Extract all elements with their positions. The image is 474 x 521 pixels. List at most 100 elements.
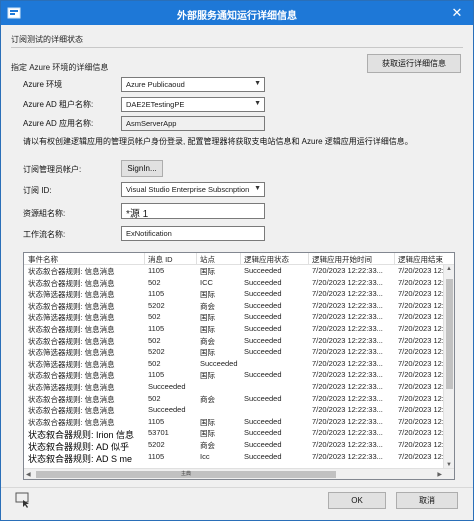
table-row[interactable]: 状态叙合器规则: 信息消息 502 商会 Succeeded 7/20/2023 12:… [24,336,448,346]
column-header-site[interactable]: 站点 [200,254,215,265]
cell-end: 7/20/2023 12:22: [398,416,448,426]
cell-start: 7/20/2023 12:22:33... [312,266,383,275]
column-header-start-time[interactable]: 逻辑应用开始时间 [312,254,372,265]
table-row[interactable]: 状态叙合器规则: 信息消息 1105 国际 Succeeded 7/20/2023 12… [24,416,448,427]
cell-status: Succeeded [244,428,282,438]
cell-site: 国际 [200,371,215,381]
scroll-right-icon[interactable]: ▶ [437,471,442,478]
cell-site: Icc [200,451,210,461]
table-row[interactable]: 状态叙合器规则: 信息消息 5202 商会 Succeeded 7/20/2023 12… [24,300,448,311]
table-row[interactable]: 状态叙合器规则: 信息消息 1105 国际 Succeeded 7/20/2023 12… [24,324,448,334]
cell-event: 状态筛选器规则: 信息消息 [28,313,115,323]
cell-event: 状态叙合器规则: 信息消息 [28,278,115,288]
cell-site: Succeeded [200,358,238,368]
vertical-scrollbar[interactable]: ▲ ▼ [443,265,454,469]
cell-start: 7/20/2023 12:22:33... [312,300,383,310]
cell-status: Succeeded [244,289,282,299]
cancel-button[interactable]: 取消 [396,492,458,509]
workflow-name-label: 工作流名称: [23,230,66,239]
vertical-scroll-thumb[interactable] [446,279,453,389]
close-icon[interactable]: ✕ [447,4,467,22]
cell-msg: 502 [148,277,161,287]
cell-end: 7/20/2023 12:22: [398,300,448,310]
table-row[interactable]: 状态叙合器规则: AD S me 1105 Icc Succeeded 7/20/202… [24,451,448,464]
column-separator [394,253,395,265]
horizontal-scrollbar[interactable]: ◀ 主典 ▶ [24,468,454,479]
table-row[interactable]: 状态叙合器规则: 信息消息 502 商会 Succeeded 7/20/2023 12:… [24,393,448,404]
subscription-id-select[interactable]: Visual Studio Enterprise Subscnption ▼ [121,182,265,197]
azure-environment-select[interactable]: Azure Publicaoud ▼ [121,77,265,92]
table-row[interactable]: 状态叙合器规则: 信息消息 1105 国际 Succeeded 7/20/2023 12… [24,266,448,276]
scroll-left-icon[interactable]: ◀ [26,471,31,478]
cell-status: Succeeded [244,393,282,403]
cell-msg: 1105 [148,451,165,461]
table-row[interactable]: 状态叙合器规则: 信息消息 1105 国际 Succeeded 7/20/2023 12… [24,370,448,381]
cell-start: 7/20/2023 12:22:33... [312,451,383,461]
cell-start: 7/20/2023 12:22:33... [312,324,383,333]
table-row[interactable]: 状态叙合器规则: 信息消息 502 ICC Succeeded 7/20/2023 12… [24,277,448,288]
cell-end: 7/20/2023 12:22: [398,451,448,461]
cell-msg: 1105 [148,266,165,275]
app-name-field: AsmServerApp [121,116,265,131]
column-header-end-time[interactable]: 逻辑应用结束 [398,254,443,265]
chevron-down-icon: ▼ [254,80,261,87]
cell-site: 国际 [200,348,215,358]
help-icon[interactable] [15,491,33,509]
resource-group-input[interactable]: *源 1 [121,203,265,220]
resource-group-label: 资源組名称: [23,209,66,218]
table-row[interactable]: 状态叙合器规则: AD 似乎 5202 商会 Succeeded 7/20/2023 1… [24,440,448,452]
table-row[interactable]: 状态筛选器规则: 信息消息 502 Succeeded 7/20/2023 12:22… [24,358,448,369]
tenant-name-select[interactable]: DAE2ETestingPE ▼ [121,97,265,112]
chevron-down-icon: ▼ [254,100,261,107]
cell-event: 状态筛选器规则: 信息消息 [28,359,115,369]
cell-event: 状态筛选器规则: 信息消息 [28,290,115,300]
cell-site: 商会 [200,441,215,450]
cell-status: Succeeded [244,440,282,449]
run-details-grid[interactable]: 事件名称 消息 ID 站点 逻辑应用状态 逻辑应用开始时间 逻辑应用结束 状态叙… [23,252,455,480]
column-header-status[interactable]: 逻辑应用状态 [244,254,289,265]
ok-button[interactable]: OK [328,492,386,509]
horizontal-scroll-thumb[interactable]: 主典 [36,471,336,478]
table-row[interactable]: 状态筛选器规则: 信息消息 5202 国际 Succeeded 7/20/2023 12… [24,347,448,358]
cell-event: 状态叙合器规则: 信息消息 [28,417,115,427]
cell-msg: 502 [148,393,161,403]
cell-event: 状态叙合器规则: 信息消息 [28,371,115,381]
cell-end: 7/20/2023 12:22: [398,440,448,449]
cell-status: Succeeded [244,370,282,380]
scroll-up-icon[interactable]: ▲ [446,266,452,272]
signin-button[interactable]: SignIn... [121,160,163,177]
cell-start: 7/20/2023 12:22:33... [312,416,383,426]
cell-start: 7/20/2023 12:22:33... [312,312,383,322]
workflow-name-input[interactable]: ExNotification [121,226,265,241]
cell-msg: 1105 [148,324,165,333]
cell-end: 7/20/2023 12:22: [398,358,448,368]
azure-environment-value: Azure Publicaoud [126,80,185,89]
column-header-message-id[interactable]: 消息 ID [148,254,173,265]
cell-site: 商会 [200,394,215,404]
cell-msg: 1105 [148,370,165,380]
cell-start: 7/20/2023 12:22:33... [312,382,383,391]
table-row[interactable]: 状态筛选器规则: 信息消息 1105 国际 Succeeded 7/20/2023 12… [24,289,448,300]
table-row[interactable]: 状态筛选器规则: 信息消息 502 国际 Succeeded 7/20/2023 12:… [24,312,448,323]
cell-end: 7/20/2023 12:22: [398,428,448,438]
table-row[interactable]: 状态筛选器规则: 信息消息 Succeeded 7/20/2023 12:22:33… [24,382,448,392]
column-separator [308,253,309,265]
cell-end: 7/20/2023 12:22: [398,370,448,380]
subscription-id-label: 订阅 ID: [23,186,52,195]
cell-msg: Succeeded [148,382,186,391]
column-header-event[interactable]: 事件名称 [28,254,58,265]
cell-status: Succeeded [244,277,282,287]
cell-msg: 5202 [148,300,165,310]
cell-end: 7/20/2023 12:22: [398,324,448,333]
cell-event: 状态叙合器规则: 信息消息 [28,301,115,311]
get-run-details-button[interactable]: 获取运行详细信息 [367,54,461,73]
cell-site: 商会 [200,301,215,311]
column-separator [144,253,145,265]
table-row[interactable]: 状态叙合器规则: 信息消息 Succeeded 7/20/2023 12:22:33… [24,405,448,415]
cell-end: 7/20/2023 12:22: [398,277,448,287]
table-row[interactable]: 状态叙合器规则: Irion 信息 53701 国际 Succeeded 7/20/20… [24,428,448,440]
cell-msg: 1105 [148,416,165,426]
tenant-name-label: Azure AD 租户名称: [23,100,94,109]
cell-site: 国际 [200,267,215,276]
column-separator [196,253,197,265]
